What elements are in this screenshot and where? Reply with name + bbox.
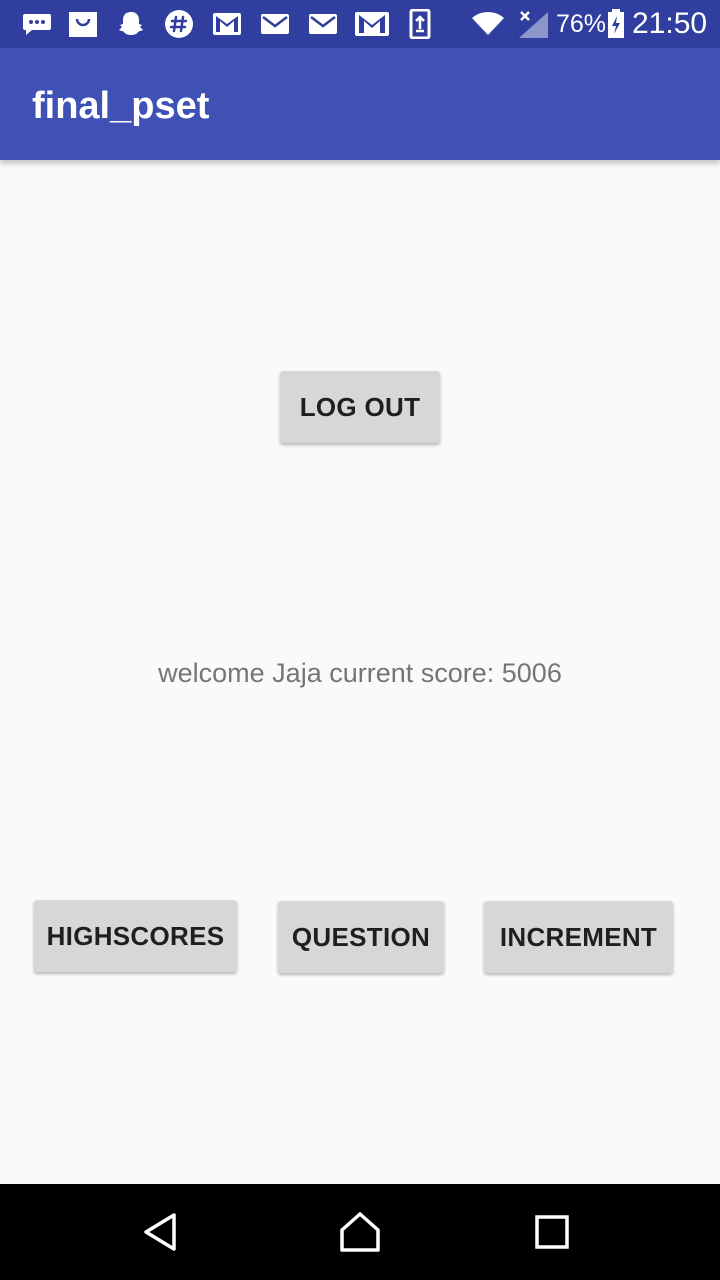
status-bar: 76% 21:50 <box>0 0 720 48</box>
shopping-bag-icon <box>68 10 98 38</box>
highscores-button[interactable]: HIGHSCORES <box>34 900 237 972</box>
phone-update-icon <box>406 9 434 39</box>
battery-percentage: 76% <box>556 10 607 38</box>
logout-button[interactable]: LOG OUT <box>280 371 440 443</box>
app-title: final_pset <box>32 85 210 127</box>
snapchat-icon <box>116 10 146 38</box>
clock: 21:50 <box>632 7 708 40</box>
question-button[interactable]: QUESTION <box>278 901 444 973</box>
recents-icon[interactable] <box>526 1206 578 1258</box>
email-icon <box>260 10 290 38</box>
navigation-bar <box>0 1184 720 1280</box>
email-icon <box>308 10 338 38</box>
increment-button[interactable]: INCREMENT <box>484 901 673 973</box>
slack-icon <box>164 10 194 38</box>
home-icon[interactable] <box>334 1206 386 1258</box>
back-icon[interactable] <box>134 1206 186 1258</box>
no-signal-icon <box>514 10 550 38</box>
gmail-icon <box>212 10 242 38</box>
battery-charging-icon <box>604 9 628 38</box>
app-bar: final_pset <box>0 48 720 160</box>
gmail-icon <box>354 10 390 38</box>
wifi-icon <box>470 10 506 38</box>
welcome-text: welcome Jaja current score: 5006 <box>158 658 562 688</box>
messages-icon <box>22 10 52 38</box>
